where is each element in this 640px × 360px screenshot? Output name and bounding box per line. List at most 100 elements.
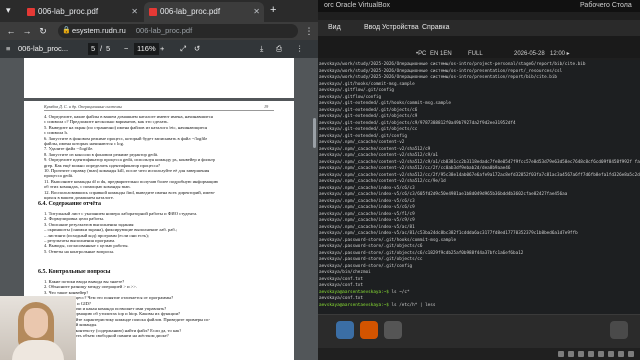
usb-icon[interactable] [578,351,584,357]
address-bar-row: ← → ↻ 🔒 esystem.rudn.ru 006-lab_proc.pdf… [0,22,318,40]
close-tab-icon[interactable]: ✕ [253,2,260,22]
terminal-line: aevskaya/work/study/2025-2026/Операционн… [319,75,557,80]
print-icon[interactable]: ⎙ [276,40,282,58]
tab-label: 006-lab_proc.pdf [160,7,221,16]
terminal-line: aevskaya/.npm/_cacache/index-v5/c6/c3 [319,185,415,191]
apps-grid-icon[interactable] [610,321,628,339]
zoom-out-button[interactable]: − [124,40,128,58]
terminal-line: aevskaya/.npm/_cacache/content-v2/sha512… [319,172,640,178]
terminal-line: aevskaya/.gitflow/.git/config [319,88,395,93]
cd-icon[interactable] [568,351,574,357]
new-tab-button[interactable]: + [270,4,276,16]
more-options-icon[interactable]: ⋮ [296,40,304,58]
terminal-line: aevskaya/.npm/_cacache/content-v2 [319,140,405,145]
pdf-favicon-icon [149,8,157,16]
terminal-line: aevskaya/.npm/_cacache/index-v5/f1/c9 [319,211,415,217]
zoom-input[interactable]: 116% [134,43,159,55]
network-icon[interactable] [588,351,594,357]
terminal-line: aevskaya/bin/chezmoi [319,270,371,275]
vbox-menubar: Вид Ввод Устройства Справка [318,20,640,36]
terminal-line: aevskaya/.gitflow/config [319,94,382,100]
terminal-line: aevskaya/.git-extended/.git/hooks/commit… [319,101,451,106]
host-key-icon[interactable] [628,351,634,357]
pdf-toolbar: ≡ 006-lab_proc... 5 / 5 − 116% + ⤢ ↺ ⤓ ⎙… [0,40,318,58]
page-total: 5 [106,44,111,53]
screen: 006-lab_proc.pdf ✕ 006-lab_proc.pdf ✕ + … [0,0,640,360]
browser-icon[interactable] [360,321,378,339]
browser-window: 006-lab_proc.pdf ✕ 006-lab_proc.pdf ✕ + … [0,0,318,360]
guest-indicator: •РС [416,51,427,57]
terminal-line: aevskaya/.npm/_cacache/content-v2/sha512… [319,153,438,158]
download-icon[interactable]: ⤓ [260,40,263,58]
terminal-line: aevskaya/conf.txt [319,276,363,282]
menu-input[interactable]: Ввод [364,20,380,36]
menu-devices[interactable]: Устройства [382,20,419,36]
pdf-filename: 006-lab_proc... [18,44,69,53]
terminal-line: aevskaya@aarsentaevskaya:~$ ls /etc/h* |… [319,302,436,308]
terminal-line: aevskaya/.git-extended/.git/objects/cc [319,127,418,132]
vbox-titlebar: orc Oracle VirtualBox Рабочего Стола [318,0,640,12]
url-path: 006-lab_proc.pdf [135,26,193,35]
tab-pdf-1[interactable]: 006-lab_proc.pdf ✕ [22,2,142,22]
page-running-header: Кулябов Д. С. и др. Операционные системы [44,104,122,109]
terminal-line: aevskaya/.npm/_cacache/content-v2/sha512… [319,146,431,152]
zoom-in-button[interactable]: + [160,40,164,58]
task-item: щихся в вашем домашнем каталоге. [44,195,114,200]
guest-taskbar [318,314,640,348]
webcam-overlay [0,296,76,360]
terminal-line: aevskaya/.password-store/.git/objects/c6… [319,250,524,256]
page-number-input[interactable]: 5 [88,43,99,55]
fit-page-icon[interactable]: ⤢ [180,40,186,58]
guest-time: 12:00 ▸ [550,51,570,57]
terminal-line: aevskaya/.password-store/.git/hooks/comm… [319,237,457,243]
pdf-page-prev [24,58,294,98]
reload-icon[interactable]: ↻ [36,24,50,38]
back-icon[interactable]: ← [4,24,18,38]
terminal-line: aevskaya/.npm/_cacache/index-v5/c6/c9 [319,205,415,210]
close-tab-icon[interactable]: ✕ [131,2,138,22]
hamburger-menu-icon[interactable]: ≡ [6,40,10,58]
terminal-line: aevskaya/.git-extended/.git/config [319,133,407,139]
section-questions-heading: 6.5. Контрольные вопросы [38,269,111,275]
hdd-icon[interactable] [558,351,564,357]
forward-icon[interactable]: → [20,24,34,38]
tab-pdf-2[interactable]: 006-lab_proc.pdf ✕ [144,2,264,22]
page-number: 19 [264,104,269,109]
keyboard-layout[interactable]: EN 1ЕN [430,49,452,59]
terminal-line: aevskaya/.git/hooks/commit-msg.sample [319,81,415,87]
terminal-line: aevskaya/.npm/_cacache/index-v5/ac/81/c5… [319,231,578,236]
url-input[interactable]: 🔒 esystem.rudn.ru 006-lab_proc.pdf [58,24,298,38]
file-manager-icon[interactable] [336,321,354,339]
battery-status: FULL [468,51,483,57]
terminal-line: aevskaya/.npm/_cacache/content-v2/sha512… [319,166,511,171]
menu-dots-icon[interactable]: ⋮ [302,24,316,38]
terminal-line: aevskaya/.npm/_cacache/index-v5/c6/c3 [319,198,415,204]
rotate-icon[interactable]: ↺ [194,40,200,58]
terminal-line: aevskaya/.git-extended/.git/objects/c6 [319,107,418,113]
vbox-title: orc Oracle VirtualBox [324,2,391,9]
terminal-line: aevskaya/.npm/_cacache/content-v2/sha512… [319,159,640,165]
capture-icon[interactable] [618,351,624,357]
display-icon[interactable] [608,351,614,357]
url-host: esystem.rudn.ru [72,26,126,35]
guest-status-bar: •РС EN 1ЕN FULL 2026-05-28 12:00 ▸ [318,49,640,59]
terminal[interactable]: aevskaya/work/study/2025-2026/Операционн… [318,60,640,314]
menu-help[interactable]: Справка [422,20,449,36]
section-report-heading: 6.4. Содержание отчёта [38,201,102,207]
page-separator: / [100,44,103,53]
pdf-scrollbar[interactable] [313,118,316,148]
terminal-line: aevskaya/.npm/_cacache/content-v2/sha512… [319,179,446,184]
shared-folder-icon[interactable] [598,351,604,357]
task-item: 5. Выведите на экран (по странично) имен… [44,124,208,130]
tab-label: 006-lab_proc.pdf [38,7,99,16]
terminal-line: aevskaya/.password-store/.git/config [319,263,413,269]
terminal-line: aevskaya/.npm/_cacache/index-v5/c9/c9 [319,218,415,223]
guest-date: 2026-05-28 [514,51,545,57]
menu-view[interactable]: Вид [328,20,341,36]
terminal-line: aevskaya/conf.txt [319,283,363,288]
presenter-face [24,308,48,338]
terminal-line: aevskaya/.password-store/.git/objects/cc [319,257,423,262]
terminal-app-icon[interactable] [384,321,402,339]
vbox-statusbar [318,348,640,360]
tab-search-icon[interactable]: ▾ [6,5,11,16]
